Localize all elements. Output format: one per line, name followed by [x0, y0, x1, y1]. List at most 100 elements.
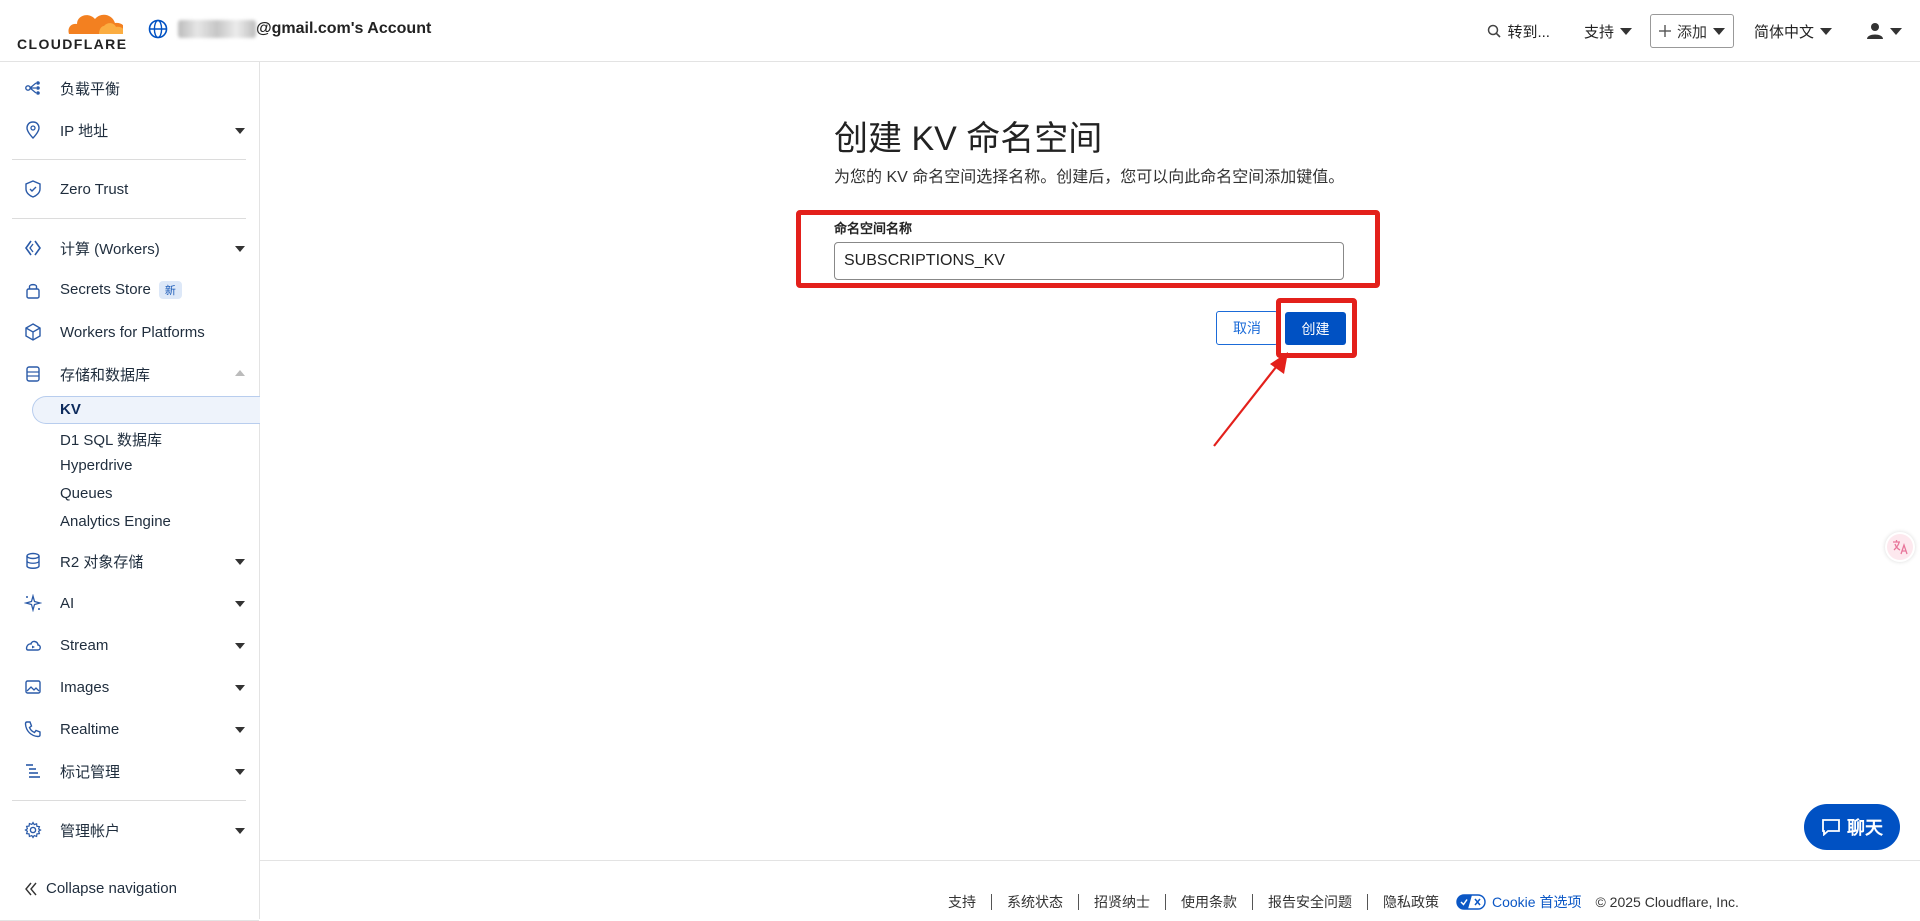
account-name: @gmail.com's Account — [256, 20, 432, 37]
location-pin-icon — [26, 121, 40, 139]
search-icon — [1488, 24, 1502, 38]
sidebar-nav: 负载平衡 IP 地址 Zero Trust 计算 (Workers) Secre… — [0, 62, 260, 921]
sidebar-item-workers[interactable]: 计算 (Workers) — [0, 228, 259, 268]
red-arrow-annotation — [1213, 352, 1288, 447]
sidebar-item-label: 管理帐户 — [60, 822, 121, 840]
search-label: 转到... — [1507, 23, 1550, 41]
sidebar-item-label: R2 对象存储 — [60, 553, 144, 571]
chat-button[interactable]: 聊天 — [1804, 804, 1900, 850]
sidebar-item-zero-trust[interactable]: Zero Trust — [0, 169, 259, 209]
chevron-down-icon — [1712, 27, 1725, 35]
footer-link-privacy[interactable]: 隐私政策 — [1368, 894, 1454, 910]
cancel-button[interactable]: 取消 — [1216, 311, 1278, 345]
add-button[interactable]: 添加 — [1649, 14, 1734, 48]
double-chevron-left-icon — [25, 882, 37, 895]
sidebar-item-label: Stream — [60, 636, 109, 654]
sidebar-item-realtime[interactable]: Realtime — [0, 709, 259, 749]
sidebar-item-stream[interactable]: Stream — [0, 625, 259, 665]
sidebar-subitem-d1[interactable]: D1 SQL 数据库 — [60, 429, 162, 450]
chevron-down-icon — [235, 559, 245, 565]
user-icon — [1867, 23, 1883, 39]
chevron-down-icon — [235, 246, 245, 252]
sidebar-item-storage-databases[interactable]: 存储和数据库 — [0, 354, 259, 394]
page-footer: 支持 系统状态 招贤纳士 使用条款 报告安全问题 隐私政策 Cookie 首选项… — [260, 860, 1920, 919]
sidebar-item-ip-addresses[interactable]: IP 地址 — [0, 110, 259, 150]
new-badge: 新 — [158, 281, 182, 300]
chevron-down-icon — [235, 769, 245, 775]
sidebar-subitem-hyperdrive[interactable]: Hyperdrive — [60, 457, 133, 474]
sidebar-item-label: 存储和数据库 — [60, 366, 151, 384]
cloud-logo-icon — [68, 14, 126, 34]
language-menu[interactable]: 简体中文 — [1754, 21, 1832, 42]
sidebar-item-label: IP 地址 — [60, 122, 109, 140]
sidebar-item-label: Zero Trust — [60, 180, 129, 198]
sidebar-item-workers-for-platforms[interactable]: Workers for Platforms — [0, 312, 259, 352]
chevron-down-icon — [235, 727, 245, 733]
footer-link-security[interactable]: 报告安全问题 — [1253, 894, 1368, 910]
cloud-play-icon — [25, 640, 41, 651]
chevron-down-icon — [235, 643, 245, 649]
sparkle-icon — [24, 594, 42, 612]
sidebar-item-manage-account[interactable]: 管理帐户 — [0, 810, 259, 850]
sidebar-item-load-balancing[interactable]: 负载平衡 — [0, 68, 259, 108]
chevron-down-icon — [235, 685, 245, 691]
sidebar-item-label: Realtime — [60, 720, 120, 738]
support-menu[interactable]: 支持 — [1584, 21, 1632, 42]
cube-icon — [25, 323, 41, 341]
shield-icon — [25, 180, 41, 198]
workers-icon — [25, 240, 41, 256]
database-icon — [26, 366, 40, 382]
tag-list-icon — [26, 764, 40, 778]
chevron-down-icon — [235, 601, 245, 607]
cookie-label: Cookie 首选项 — [1492, 894, 1582, 910]
image-icon — [25, 680, 41, 694]
top-header: CLOUDFLARE @gmail.com's Account 转到... 支持 — [0, 0, 1920, 62]
sidebar-item-secrets-store[interactable]: Secrets Store 新 — [0, 270, 259, 310]
add-label: 添加 — [1676, 23, 1707, 41]
collapse-navigation-button[interactable]: Collapse navigation — [24, 880, 177, 897]
namespace-name-input[interactable] — [834, 242, 1344, 280]
redacted-email — [178, 20, 256, 38]
footer-link-support[interactable]: 支持 — [948, 894, 992, 910]
sidebar-item-images[interactable]: Images — [0, 667, 259, 707]
storage-icon — [26, 552, 40, 569]
sidebar-subitem-queues[interactable]: Queues — [60, 485, 113, 502]
footer-link-status[interactable]: 系统状态 — [992, 894, 1079, 910]
sidebar-subitem-kv[interactable]: KV — [60, 401, 81, 418]
sidebar-item-label: 计算 (Workers) — [60, 240, 160, 258]
sidebar-divider — [12, 800, 246, 801]
secrets-store-label: Secrets Store — [60, 280, 151, 298]
sidebar-subitem-analytics-engine[interactable]: Analytics Engine — [60, 513, 171, 530]
sidebar-item-tag-management[interactable]: 标记管理 — [0, 751, 259, 791]
chevron-down-icon — [1619, 27, 1632, 35]
logo-text: CLOUDFLARE — [17, 36, 128, 52]
chevron-down-icon — [1820, 27, 1832, 35]
translate-widget[interactable] — [1885, 532, 1915, 562]
create-button[interactable]: 创建 — [1285, 312, 1346, 345]
sidebar-item-r2[interactable]: R2 对象存储 — [0, 541, 259, 581]
account-switcher[interactable]: @gmail.com's Account — [148, 19, 431, 39]
sidebar-item-ai[interactable]: AI — [0, 583, 259, 623]
chevron-down-icon — [235, 828, 245, 834]
footer-link-terms[interactable]: 使用条款 — [1166, 894, 1253, 910]
plus-icon — [1658, 25, 1671, 37]
sidebar-item-label: Secrets Store 新 — [60, 280, 182, 300]
privacy-toggle-icon — [1456, 894, 1486, 910]
search-button[interactable]: 转到... — [1487, 21, 1550, 42]
cloudflare-logo[interactable]: CLOUDFLARE — [17, 10, 126, 52]
user-menu[interactable] — [1866, 22, 1902, 40]
chat-bubble-icon — [1822, 819, 1840, 836]
support-label: 支持 — [1583, 23, 1614, 41]
footer-link-careers[interactable]: 招贤纳士 — [1079, 894, 1166, 910]
sidebar-divider — [12, 218, 246, 219]
sidebar-item-label: 标记管理 — [60, 763, 121, 781]
load-balancer-icon — [25, 81, 40, 95]
sidebar-item-label: 负载平衡 — [60, 80, 121, 98]
lock-icon — [26, 283, 40, 299]
sidebar-divider — [12, 159, 246, 160]
language-label: 简体中文 — [1753, 23, 1814, 41]
cookie-preferences-link[interactable]: Cookie 首选项 — [1456, 892, 1581, 912]
footer-links: 支持 系统状态 招贤纳士 使用条款 报告安全问题 隐私政策 Cookie 首选项… — [948, 892, 1739, 912]
sidebar-item-label: Images — [60, 678, 110, 696]
chevron-down-icon — [1890, 27, 1902, 35]
